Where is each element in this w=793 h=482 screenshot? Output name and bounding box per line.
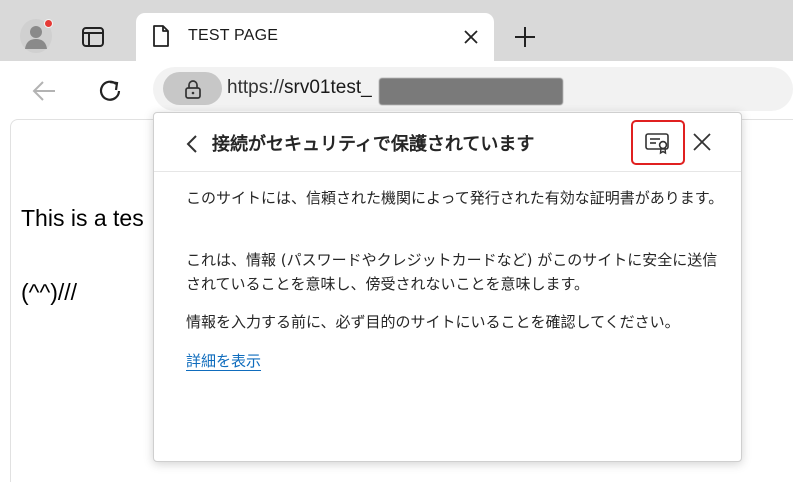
refresh-icon[interactable] (97, 77, 125, 105)
url-scheme: https:// (227, 77, 285, 98)
close-icon[interactable] (691, 131, 713, 153)
site-info-button[interactable] (163, 72, 222, 105)
tab-actions-icon (82, 27, 104, 47)
close-tab-icon[interactable] (462, 28, 480, 46)
document-icon (153, 25, 169, 47)
lock-icon (184, 79, 201, 99)
tab-title: TEST PAGE (188, 27, 279, 44)
popup-divider (154, 171, 741, 172)
window-edge (0, 61, 10, 482)
address-bar[interactable]: https://srv01test_ (153, 67, 793, 111)
tab-strip: TEST PAGE (0, 0, 793, 61)
url-host: srv01test_ (284, 77, 372, 98)
popup-title: 接続がセキュリティで保護されています (212, 134, 535, 155)
notification-dot (44, 19, 53, 28)
page-text-line: (^^)/// (21, 279, 78, 305)
verify-site-notice: 情報を入力する前に、必ず目的のサイトにいることを確認してください。 (186, 313, 680, 331)
certificate-description: このサイトには、信頼された機関によって発行された有効な証明書があります。 (186, 189, 724, 207)
tab-actions-button[interactable] (80, 24, 106, 50)
tab-active[interactable]: TEST PAGE (136, 13, 494, 61)
certificate-button[interactable] (631, 120, 685, 165)
toolbar: https://srv01test_ (0, 61, 793, 119)
back-arrow-icon[interactable] (30, 77, 58, 105)
url-text[interactable]: https://srv01test_ (227, 77, 372, 99)
secure-transmission-description: これは、情報 (パスワードやクレジットカードなど) がこのサイトに安全に送信され… (186, 251, 718, 293)
page-text-line: This is a tes (21, 205, 144, 231)
new-tab-icon[interactable] (512, 24, 538, 50)
show-details-link[interactable]: 詳細を表示 (186, 349, 261, 373)
redacted-url-block (379, 78, 563, 105)
chevron-left-icon[interactable] (182, 133, 202, 155)
connection-security-popup: 接続がセキュリティで保護されています このサイトには、信頼された機関によって発行… (153, 112, 742, 462)
certificate-icon (645, 132, 669, 154)
